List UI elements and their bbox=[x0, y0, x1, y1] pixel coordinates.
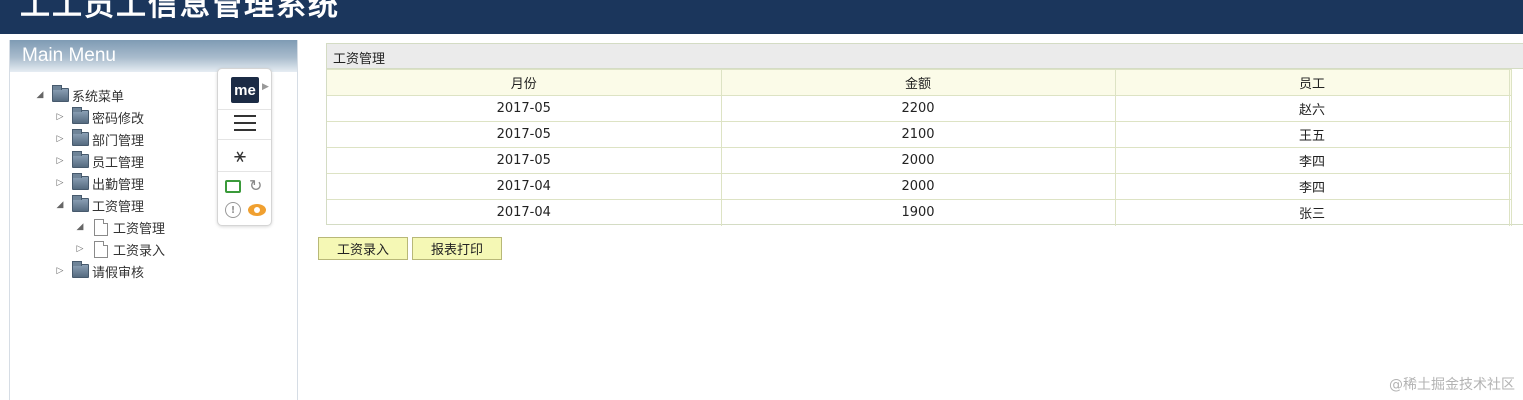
table-row[interactable]: 2017-04 2000 李四 bbox=[327, 173, 1512, 200]
cast-icon[interactable] bbox=[225, 180, 241, 193]
tree-node-label: 请假审核 bbox=[92, 265, 145, 281]
cell-month: 2017-04 bbox=[327, 173, 722, 200]
cell-extra bbox=[1508, 147, 1512, 174]
tree-node-salary[interactable]: ◢ 工资管理 bbox=[54, 195, 144, 215]
tree-node-employee[interactable]: ▷ 员工管理 bbox=[54, 151, 144, 171]
tree-node-password[interactable]: ▷ 密码修改 bbox=[54, 107, 144, 127]
tree-node-label: 员工管理 bbox=[92, 155, 145, 171]
cell-employee: 李四 bbox=[1114, 173, 1510, 200]
tree-node-leave-review[interactable]: ▷ 请假审核 bbox=[54, 261, 144, 281]
magic-wand-icon[interactable]: ⚹ bbox=[234, 143, 246, 167]
folder-icon bbox=[72, 107, 89, 124]
cell-employee: 王五 bbox=[1114, 121, 1510, 148]
sidebar-title: Main Menu bbox=[22, 45, 116, 66]
cell-amount: 2000 bbox=[720, 173, 1116, 200]
cell-employee: 张三 bbox=[1114, 199, 1510, 226]
tree-node-label: 系统菜单 bbox=[72, 89, 125, 105]
cell-amount: 2200 bbox=[720, 95, 1116, 122]
cell-month: 2017-04 bbox=[327, 199, 722, 226]
tree-node-label: 出勤管理 bbox=[92, 177, 145, 193]
cell-month: 2017-05 bbox=[327, 95, 722, 122]
expanded-arrow-icon[interactable]: ◢ bbox=[34, 89, 46, 101]
extension-logo-button[interactable]: me bbox=[231, 77, 259, 103]
folder-icon bbox=[72, 173, 89, 190]
cell-amount: 2000 bbox=[720, 147, 1116, 174]
folder-icon bbox=[72, 261, 89, 278]
cell-extra bbox=[1508, 199, 1512, 226]
refresh-icon[interactable]: ↻ bbox=[249, 176, 262, 195]
tree-node-label: 部门管理 bbox=[92, 133, 145, 149]
eye-icon[interactable] bbox=[248, 204, 266, 216]
cell-extra bbox=[1508, 121, 1512, 148]
expanded-arrow-icon[interactable]: ◢ bbox=[74, 221, 86, 233]
tree-node-label: 工资管理 bbox=[113, 221, 166, 237]
column-header-month[interactable]: 月份 bbox=[327, 69, 722, 96]
collapsed-arrow-icon[interactable]: ▷ bbox=[54, 133, 66, 145]
info-icon[interactable]: ! bbox=[225, 202, 241, 218]
tree-node-label: 工资录入 bbox=[113, 243, 166, 259]
tree-node-attendance[interactable]: ▷ 出勤管理 bbox=[54, 173, 144, 193]
print-report-button[interactable]: 报表打印 bbox=[412, 237, 502, 260]
watermark: @稀土掘金技术社区 bbox=[1389, 377, 1515, 393]
tree-node-salary-manage[interactable]: ◢ 工资管理 bbox=[74, 217, 165, 237]
cell-month: 2017-05 bbox=[327, 121, 722, 148]
folder-icon bbox=[72, 195, 89, 212]
table-row[interactable]: 2017-05 2100 王五 bbox=[327, 121, 1512, 148]
cell-month: 2017-05 bbox=[327, 147, 722, 174]
divider bbox=[218, 139, 271, 140]
cell-amount: 2100 bbox=[720, 121, 1116, 148]
collapsed-arrow-icon[interactable]: ▷ bbox=[54, 155, 66, 167]
divider bbox=[218, 109, 271, 110]
cell-amount: 1900 bbox=[720, 199, 1116, 226]
table-row[interactable]: 2017-05 2000 李四 bbox=[327, 147, 1512, 174]
divider bbox=[218, 171, 271, 172]
extension-toolbar: me ▶ ⚹ ↻ ! bbox=[217, 68, 272, 226]
column-header-extra bbox=[1508, 69, 1512, 96]
salary-panel: 工资管理 月份 金额 员工 2017-05 2200 赵六 2017-05 21… bbox=[326, 43, 1523, 226]
tree-node-label: 工资管理 bbox=[92, 199, 145, 215]
folder-icon bbox=[72, 151, 89, 168]
folder-icon bbox=[52, 85, 69, 102]
table-row[interactable]: 2017-04 1900 张三 bbox=[327, 199, 1512, 226]
expanded-arrow-icon[interactable]: ◢ bbox=[54, 199, 66, 211]
cell-extra bbox=[1508, 95, 1512, 122]
salary-table: 月份 金额 员工 2017-05 2200 赵六 2017-05 2100 王五… bbox=[327, 69, 1512, 226]
cell-employee: 李四 bbox=[1114, 147, 1510, 174]
salary-entry-button[interactable]: 工资录入 bbox=[318, 237, 408, 260]
cell-employee: 赵六 bbox=[1114, 95, 1510, 122]
tree-node-salary-entry[interactable]: ▷ 工资录入 bbox=[74, 239, 165, 259]
document-icon bbox=[94, 240, 108, 258]
expand-arrow-icon[interactable]: ▶ bbox=[262, 82, 269, 92]
tree-node-department[interactable]: ▷ 部门管理 bbox=[54, 129, 144, 149]
table-header-row: 月份 金额 员工 bbox=[327, 69, 1512, 96]
table-row[interactable]: 2017-05 2200 赵六 bbox=[327, 95, 1512, 122]
collapsed-arrow-icon[interactable]: ▷ bbox=[54, 177, 66, 189]
menu-icon[interactable] bbox=[234, 115, 256, 131]
collapsed-arrow-icon[interactable]: ▷ bbox=[54, 265, 66, 277]
collapsed-arrow-icon[interactable]: ▷ bbox=[74, 243, 86, 255]
column-header-employee[interactable]: 员工 bbox=[1114, 69, 1510, 96]
cell-extra bbox=[1508, 173, 1512, 200]
document-icon bbox=[94, 218, 108, 236]
app-header: 工工员工信息管理系统 bbox=[0, 0, 1523, 34]
panel-title: 工资管理 bbox=[327, 44, 1523, 69]
folder-icon bbox=[72, 129, 89, 146]
column-header-amount[interactable]: 金额 bbox=[720, 69, 1116, 96]
tree-node-system-menu[interactable]: ◢ 系统菜单 bbox=[34, 85, 124, 105]
app-title: 工工员工信息管理系统 bbox=[20, 0, 340, 23]
collapsed-arrow-icon[interactable]: ▷ bbox=[54, 111, 66, 123]
tree-node-label: 密码修改 bbox=[92, 111, 145, 127]
